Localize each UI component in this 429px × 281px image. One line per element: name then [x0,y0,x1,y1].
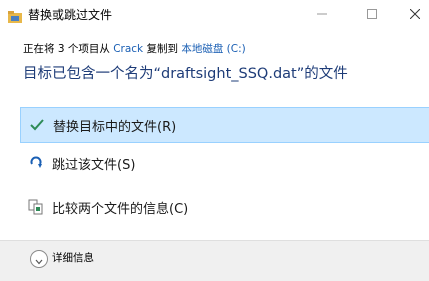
compare-files-option[interactable]: 比较两个文件的信息(C) [20,189,429,225]
replace-file-option[interactable]: 替换目标中的文件(R) [20,107,429,143]
chevron-down-icon [35,250,43,269]
copy-progress-text: 正在将 3 个项目从 Crack 复制到 本地磁盘 (C:) [23,42,246,56]
title-bar: 替换或跳过文件 [0,0,429,30]
details-toggle-button[interactable] [30,250,48,268]
checkmark-icon [29,117,45,133]
folder-copy-icon [8,8,22,23]
dialog-footer: 详细信息 [0,240,429,281]
minimize-button[interactable] [302,0,342,28]
source-folder-link[interactable]: Crack [113,43,143,55]
skip-file-label: 跳过该文件(S) [52,157,136,173]
destination-folder-link[interactable]: 本地磁盘 (C:) [181,43,245,55]
details-label[interactable]: 详细信息 [52,251,94,265]
replace-file-label: 替换目标中的文件(R) [53,119,177,135]
progress-middle: 复制到 [143,43,182,55]
compare-files-icon [28,199,44,215]
conflict-heading: 目标已包含一个名为“draftsight_SSQ.dat”的文件 [23,66,348,82]
window-title: 替换或跳过文件 [28,8,113,22]
skip-arrow-icon [28,155,44,171]
close-button[interactable] [395,0,429,28]
skip-file-option[interactable]: 跳过该文件(S) [20,145,429,181]
progress-prefix: 正在将 3 个项目从 [23,43,114,55]
compare-files-label: 比较两个文件的信息(C) [52,201,189,217]
maximize-button[interactable] [352,0,392,28]
